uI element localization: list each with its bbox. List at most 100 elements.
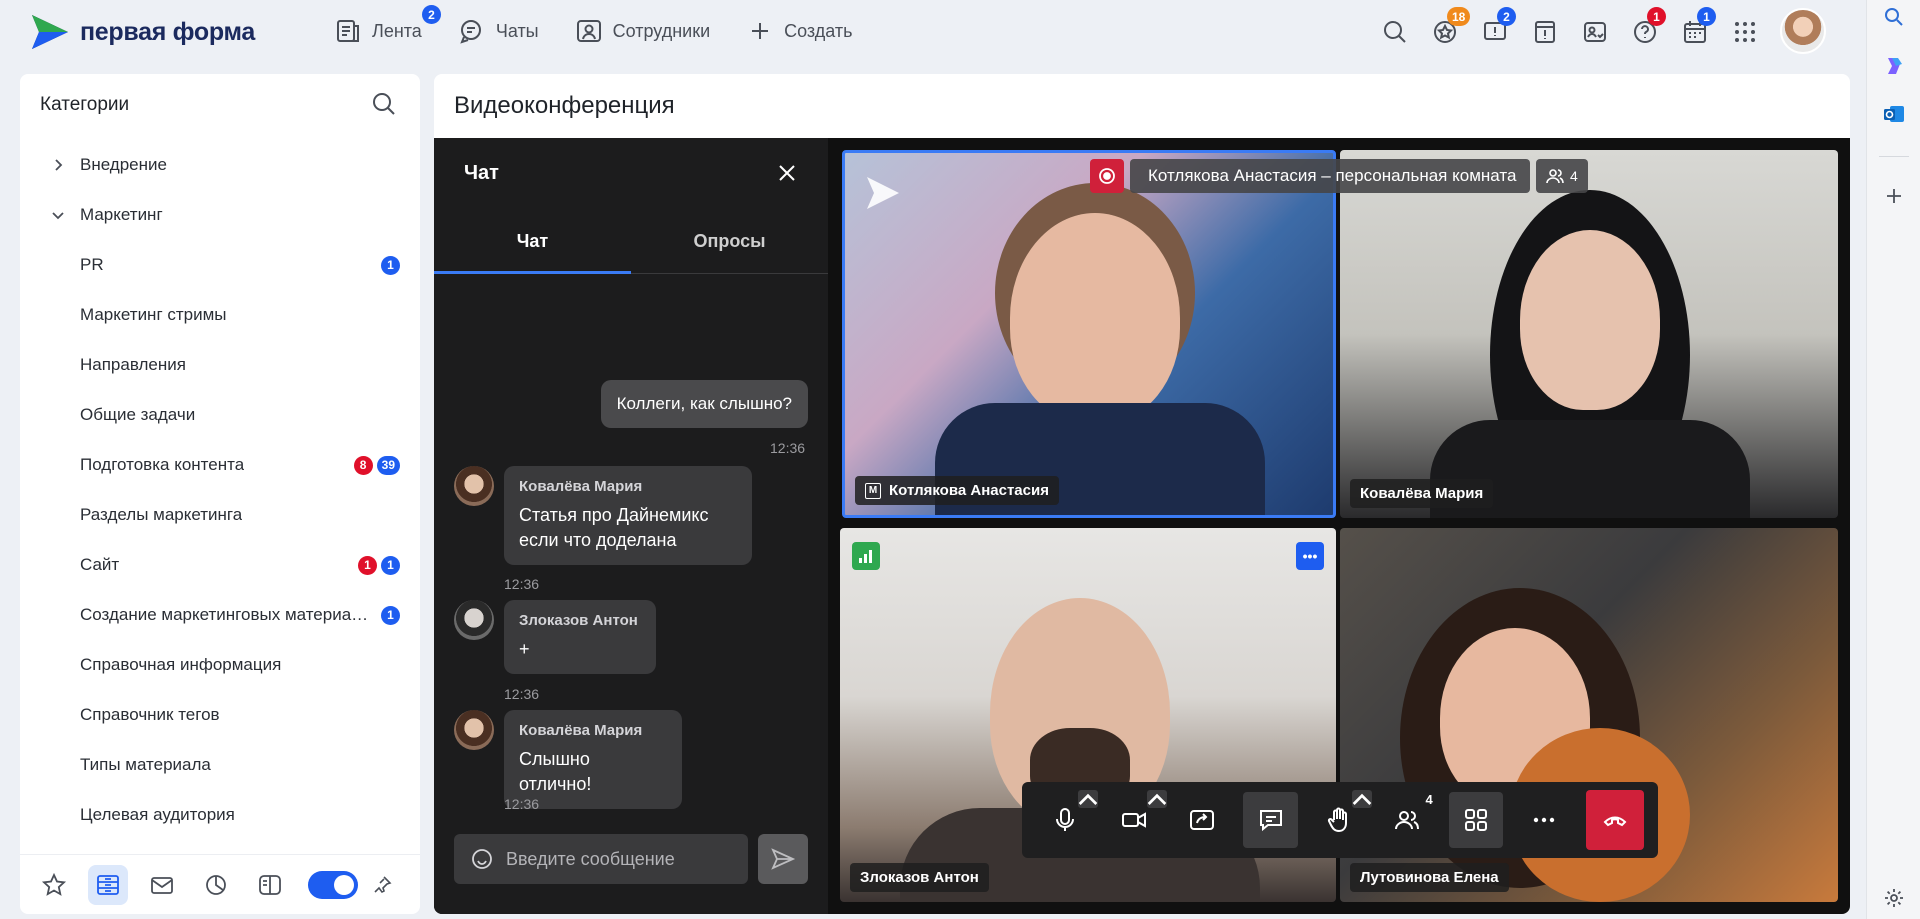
tab-chat[interactable]: Чат: [434, 210, 631, 274]
reports-tab-button[interactable]: [196, 865, 236, 905]
layout-button[interactable]: [1448, 792, 1504, 848]
nav-employees[interactable]: Сотрудники: [575, 17, 710, 45]
category-label: Целевая аудитория: [80, 805, 235, 824]
chevron-up-icon[interactable]: [1078, 790, 1099, 808]
logo[interactable]: первая форма: [30, 13, 255, 51]
tasks-button[interactable]: [1520, 12, 1570, 52]
emoji-icon[interactable]: [470, 847, 494, 871]
category-badges: 11: [358, 555, 400, 575]
category-list: Внедрение Маркетинг PR 1 Маркетинг стримы Нап…: [20, 140, 420, 840]
mail-tab-button[interactable]: [142, 865, 182, 905]
category-label: Создание маркетинговых материалов: [80, 605, 370, 624]
microphone-button[interactable]: [1038, 790, 1099, 848]
message-text: Слышно отлично!: [519, 749, 592, 794]
category-item[interactable]: Подготовка контента 8 39: [20, 440, 420, 490]
category-label: Маркетинг стримы: [80, 305, 227, 324]
category-item[interactable]: Справочная информация: [20, 640, 420, 690]
category-label: PR: [80, 255, 104, 274]
favorites-button[interactable]: 18: [1420, 7, 1471, 52]
category-item[interactable]: Справочник тегов: [20, 690, 420, 740]
chevron-right-icon[interactable]: [50, 157, 66, 173]
add-icon[interactable]: [1882, 184, 1906, 208]
camera-button[interactable]: [1106, 790, 1167, 848]
category-item[interactable]: Общие задачи: [20, 390, 420, 440]
nav-feed-label: Лента: [372, 20, 422, 41]
outgoing-message-time: 12:36: [770, 440, 806, 456]
send-icon: [771, 848, 796, 870]
message-input[interactable]: [506, 848, 726, 870]
outgoing-message: Коллеги, как слышно?: [600, 380, 808, 428]
categories-tab-button[interactable]: [88, 864, 128, 905]
nav-chats[interactable]: Чаты: [458, 17, 539, 45]
category-label: Направления: [80, 355, 186, 374]
tab-polls[interactable]: Опросы: [631, 210, 828, 273]
apps-button[interactable]: [1720, 12, 1770, 52]
chevron-down-icon[interactable]: [50, 207, 66, 223]
nav-create[interactable]: Создать: [746, 17, 853, 45]
raise-hand-button[interactable]: [1312, 790, 1373, 848]
nav-feed[interactable]: Лента 2: [334, 5, 441, 45]
count-badge: 39: [376, 455, 400, 475]
outlook-icon[interactable]: [1882, 102, 1906, 126]
user-avatar[interactable]: [1780, 8, 1826, 54]
participants-counter[interactable]: 4: [1536, 159, 1588, 193]
chat-message: Ковалёва Мария Слышно отлично!: [454, 710, 682, 809]
more-options-button[interactable]: [1517, 792, 1571, 848]
connection-quality-icon: [852, 542, 880, 570]
category-item[interactable]: Маркетинг стримы: [20, 290, 420, 340]
help-badge: 1: [1647, 7, 1666, 26]
settings-gear-icon[interactable]: [1882, 886, 1906, 910]
panels-tab-button[interactable]: [250, 865, 290, 905]
grid-layout-icon: [1464, 809, 1487, 831]
notifications-button[interactable]: 2: [1470, 7, 1520, 52]
feed-icon: [337, 20, 359, 42]
chat-bubble-icon: [1259, 810, 1282, 832]
chevron-up-icon[interactable]: [1352, 790, 1373, 808]
camera-icon: [1121, 812, 1146, 828]
favorites-tab-button[interactable]: [34, 865, 74, 905]
category-group[interactable]: Внедрение: [20, 140, 420, 190]
rail-divider: [1879, 156, 1909, 157]
main-nav: Лента 2 Чаты Сотрудники Создать: [334, 0, 889, 62]
search-icon[interactable]: [1882, 5, 1906, 29]
participants-button[interactable]: 4: [1380, 792, 1434, 848]
help-button[interactable]: 1: [1620, 7, 1670, 52]
calendar-button[interactable]: 1: [1670, 7, 1720, 52]
logo-mark-icon: [32, 15, 68, 49]
global-search-button[interactable]: [1370, 12, 1420, 52]
category-item[interactable]: Типы материала: [20, 740, 420, 790]
copilot-icon[interactable]: [1882, 54, 1906, 78]
participant-nameplate: Лутовинова Елена: [1350, 863, 1509, 892]
participant-face: [1010, 213, 1180, 423]
screen-share-button[interactable]: [1175, 792, 1229, 848]
sidebar-mode-toggle[interactable]: [308, 870, 358, 899]
category-item[interactable]: Направления: [20, 340, 420, 390]
send-button[interactable]: [758, 834, 808, 884]
category-item[interactable]: Сайт 1 1: [20, 540, 420, 590]
close-icon[interactable]: [774, 160, 800, 186]
message-bubble: Ковалёва Мария Слышно отлично!: [504, 710, 682, 809]
category-group[interactable]: Маркетинг: [20, 190, 420, 240]
approval-icon: [1584, 22, 1606, 42]
chat-toggle-button[interactable]: [1243, 792, 1298, 848]
hang-up-button[interactable]: [1585, 790, 1644, 850]
search-icon[interactable]: [370, 90, 398, 118]
video-tile-active-speaker[interactable]: M Котлякова Анастасия: [842, 150, 1336, 518]
category-item[interactable]: Разделы маркетинга: [20, 490, 420, 540]
participant-nameplate: Злоказов Антон: [850, 863, 989, 892]
approvals-button[interactable]: [1570, 12, 1620, 52]
category-item[interactable]: Целевая аудитория: [20, 790, 420, 840]
video-conference-stage: Чат Чат Опросы Коллеги, как слышно? 12:3…: [434, 138, 1850, 914]
category-item[interactable]: Создание маркетинговых материалов 1: [20, 590, 420, 640]
category-label: Справочник тегов: [80, 705, 220, 724]
message-bubble: Злоказов Антон +: [504, 600, 656, 674]
recording-banner: Котлякова Анастасия – персональная комна…: [1090, 158, 1588, 194]
search-icon: [1384, 21, 1406, 43]
video-tile[interactable]: Ковалёва Мария: [1340, 150, 1838, 518]
tile-more-button[interactable]: •••: [1296, 542, 1324, 570]
message-author: Ковалёва Мария: [519, 478, 643, 495]
count-badge: 1: [381, 555, 400, 575]
pin-icon[interactable]: [372, 875, 392, 895]
chevron-up-icon[interactable]: [1146, 790, 1167, 808]
category-item[interactable]: PR 1: [20, 240, 420, 290]
